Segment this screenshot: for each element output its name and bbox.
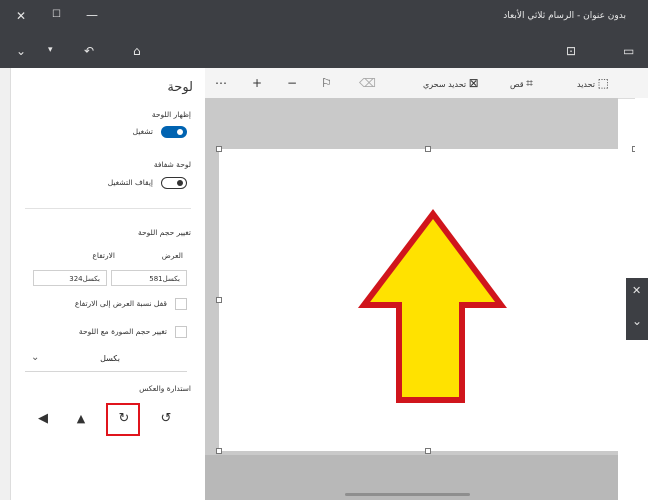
panel-title: لوحة <box>167 80 193 95</box>
flag-icon[interactable]: ⚐ <box>321 68 332 98</box>
crop-label: قص <box>510 80 524 89</box>
units-value: بكسل <box>100 354 120 363</box>
left-edge <box>0 68 10 500</box>
history-icon[interactable]: ⌂ <box>133 45 141 57</box>
close-icon[interactable]: ✕ <box>16 10 26 22</box>
delete-icon[interactable]: ⌫ <box>359 68 376 98</box>
resize-image-checkbox[interactable] <box>175 326 187 338</box>
arrow-up-shape <box>357 209 507 403</box>
resize-handle[interactable] <box>216 297 222 303</box>
ellipsis-icon[interactable]: ⋯ <box>215 68 227 98</box>
transparent-canvas-toggle[interactable] <box>161 177 187 189</box>
resize-handle[interactable] <box>425 448 431 454</box>
rotate-flip-label: استدارة والعكس <box>139 384 191 393</box>
floating-panel: ✕ ⌄ <box>626 278 648 340</box>
transparent-canvas-label: لوحة شفافة <box>153 160 191 169</box>
highlighted-rotate-button-outline <box>106 403 140 436</box>
select-label: تحديد <box>577 80 596 89</box>
canvas-paper[interactable] <box>219 149 635 451</box>
resize-image-label: تغيير حجم الصورة مع اللوحة <box>78 327 167 336</box>
flip-horizontal-icon[interactable]: ◀︎ <box>29 404 57 434</box>
toggle-knob <box>177 180 183 186</box>
width-input[interactable]: 581بكسل <box>111 270 187 286</box>
window-title: بدون عنوان - الرسام ثلاثي الأبعاد <box>503 11 626 21</box>
show-canvas-state: تشغيل <box>132 127 153 136</box>
show-canvas-toggle[interactable] <box>161 126 187 138</box>
width-label: العرض <box>161 251 183 260</box>
quick-access-bar: ⌄ ▾ ↶ ⌂ ⊡ ▭ <box>0 36 648 68</box>
select-button[interactable]: تحديد ⬚ <box>577 68 609 98</box>
units-dropdown[interactable]: ⌄ بكسل <box>25 349 187 372</box>
close-icon[interactable]: ✕ <box>632 284 641 297</box>
minimize-icon[interactable]: — <box>86 9 98 21</box>
paste-icon[interactable]: ⊡ <box>566 45 576 57</box>
show-canvas-label: إظهار اللوحة <box>151 110 191 119</box>
divider <box>25 208 191 209</box>
canvas-drawing <box>357 209 507 403</box>
toggle-knob <box>177 129 183 135</box>
flip-vertical-icon[interactable]: ▲ <box>67 404 95 434</box>
height-input[interactable]: 324بكسل <box>33 270 107 286</box>
undo-icon[interactable]: ↶ <box>84 45 94 57</box>
title-bar: ✕ ☐ — بدون عنوان - الرسام ثلاثي الأبعاد <box>0 0 648 36</box>
resize-handle[interactable] <box>216 448 222 454</box>
height-label: الارتفاع <box>92 251 115 260</box>
resize-handle[interactable] <box>425 146 431 152</box>
minus-icon[interactable]: − <box>287 68 297 98</box>
crop-button[interactable]: قص ⌗ <box>510 68 533 98</box>
magic-select-label: تحديد سحري <box>423 80 467 89</box>
transparent-canvas-state: إيقاف التشغيل <box>107 178 153 187</box>
dropdown-icon[interactable]: ▾ <box>48 44 53 56</box>
lock-aspect-label: قفل نسبة العرض إلى الارتفاع <box>74 299 167 308</box>
lock-aspect-checkbox[interactable] <box>175 298 187 310</box>
window-icon[interactable]: ▭ <box>623 45 634 57</box>
crop-icon: ⌗ <box>526 76 533 90</box>
select-icon: ⬚ <box>597 76 609 90</box>
plus-icon[interactable]: + <box>252 68 262 98</box>
resize-canvas-label: تغيير حجم اللوحة <box>138 228 191 237</box>
horizontal-scrollbar[interactable] <box>345 493 470 496</box>
resize-handle[interactable] <box>216 146 222 152</box>
ribbon: ⋯ + − ⚐ ⌫ تحديد سحري ⊠ قص ⌗ تحديد ⬚ <box>205 68 648 99</box>
chevron-down-icon[interactable]: ⌄ <box>632 314 642 328</box>
maximize-icon[interactable]: ☐ <box>52 9 61 21</box>
chevron-down-icon: ⌄ <box>31 352 40 363</box>
magic-select-icon: ⊠ <box>468 76 479 90</box>
menu-chevron-icon[interactable]: ⌄ <box>16 45 26 57</box>
rotate-left-icon[interactable]: ↺ <box>152 404 180 434</box>
magic-select-button[interactable]: تحديد سحري ⊠ <box>423 68 479 98</box>
